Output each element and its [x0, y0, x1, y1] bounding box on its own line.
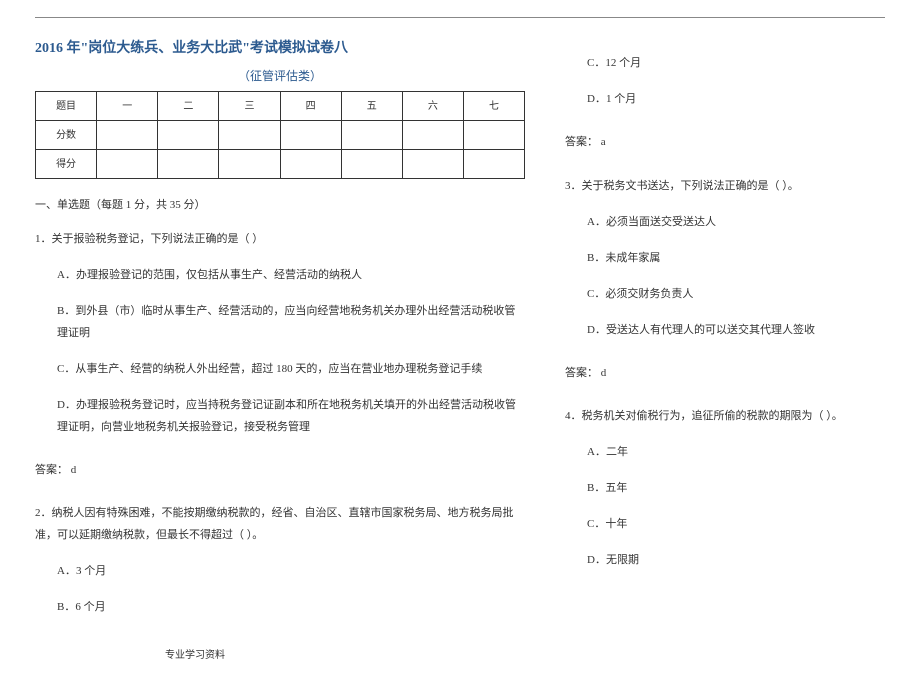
option-b: B．到外县（市）临时从事生产、经营活动的，应当向经营地税务机关办理外出经营活动税… — [57, 300, 525, 344]
table-row: 分数 — [36, 121, 525, 150]
option-c: C．十年 — [587, 513, 885, 535]
cell-col-head: 六 — [402, 92, 463, 121]
answer-line: 答案： d — [565, 365, 885, 382]
score-table: 题目 一 二 三 四 五 六 七 分数 — [35, 91, 525, 179]
section-heading: 一、单选题（每题 1 分，共 35 分） — [35, 197, 525, 214]
option-a: A．二年 — [587, 441, 885, 463]
cell-empty — [97, 121, 158, 150]
cell-col-head: 一 — [97, 92, 158, 121]
right-column: C．12 个月 D．1 个月 答案： a 3．关于税务文书送达，下列说法正确的是… — [565, 38, 885, 663]
option-d: D．1 个月 — [587, 88, 885, 110]
cell-col-head: 二 — [158, 92, 219, 121]
options: A．3 个月 B．6 个月 — [35, 560, 525, 618]
cell-empty — [97, 150, 158, 179]
question-1: 1．关于报验税务登记，下列说法正确的是（ ） A．办理报验登记的范围，仅包括从事… — [35, 228, 525, 479]
options: A．二年 B．五年 C．十年 D．无限期 — [565, 441, 885, 571]
cell-empty — [280, 150, 341, 179]
cell-empty — [158, 121, 219, 150]
cell-col-head: 三 — [219, 92, 280, 121]
option-d: D．受送达人有代理人的可以送交其代理人签收 — [587, 319, 885, 341]
cell-empty — [402, 121, 463, 150]
table-row: 得分 — [36, 150, 525, 179]
cell-row-label: 分数 — [36, 121, 97, 150]
question-4: 4．税务机关对偷税行为，追征所偷的税款的期限为（ ）。 A．二年 B．五年 C．… — [565, 405, 885, 571]
cell-empty — [158, 150, 219, 179]
option-d: D．无限期 — [587, 549, 885, 571]
exam-title: 2016 年"岗位大练兵、业务大比武"考试模拟试卷八 — [35, 38, 525, 59]
two-column-layout: 2016 年"岗位大练兵、业务大比武"考试模拟试卷八 （征管评估类） 题目 一 … — [35, 38, 885, 663]
table-row: 题目 一 二 三 四 五 六 七 — [36, 92, 525, 121]
option-d: D．办理报验税务登记时，应当持税务登记证副本和所在地税务机关填开的外出经营活动税… — [57, 394, 525, 438]
cell-row-label: 题目 — [36, 92, 97, 121]
option-c: C．从事生产、经营的纳税人外出经营，超过 180 天的，应当在营业地办理税务登记… — [57, 358, 525, 380]
cell-empty — [341, 121, 402, 150]
option-a: A．必须当面送交受送达人 — [587, 211, 885, 233]
cell-row-label: 得分 — [36, 150, 97, 179]
cell-col-head: 四 — [280, 92, 341, 121]
cell-empty — [341, 150, 402, 179]
option-c: C．必须交财务负责人 — [587, 283, 885, 305]
option-b: B．未成年家属 — [587, 247, 885, 269]
cell-empty — [219, 150, 280, 179]
page-footer: 专业学习资料 — [165, 648, 525, 663]
cell-empty — [463, 150, 524, 179]
question-3: 3．关于税务文书送达，下列说法正确的是（ ）。 A．必须当面送交受送达人 B．未… — [565, 175, 885, 382]
option-a: A．3 个月 — [57, 560, 525, 582]
question-2: 2．纳税人因有特殊困难，不能按期缴纳税款的，经省、自治区、直辖市国家税务局、地方… — [35, 502, 525, 618]
question-stem: 4．税务机关对偷税行为，追征所偷的税款的期限为（ ）。 — [565, 405, 885, 427]
cell-empty — [463, 121, 524, 150]
exam-subtitle: （征管评估类） — [35, 67, 525, 85]
cell-col-head: 七 — [463, 92, 524, 121]
options: A．必须当面送交受送达人 B．未成年家属 C．必须交财务负责人 D．受送达人有代… — [565, 211, 885, 341]
cell-col-head: 五 — [341, 92, 402, 121]
options: A．办理报验登记的范围，仅包括从事生产、经营活动的纳税人 B．到外县（市）临时从… — [35, 264, 525, 438]
question-stem: 2．纳税人因有特殊困难，不能按期缴纳税款的，经省、自治区、直辖市国家税务局、地方… — [35, 502, 525, 546]
question-stem: 1．关于报验税务登记，下列说法正确的是（ ） — [35, 228, 525, 250]
option-c: C．12 个月 — [587, 52, 885, 74]
options-continued-q2: C．12 个月 D．1 个月 — [565, 52, 885, 110]
left-column: 2016 年"岗位大练兵、业务大比武"考试模拟试卷八 （征管评估类） 题目 一 … — [35, 38, 525, 663]
option-b: B．五年 — [587, 477, 885, 499]
cell-empty — [402, 150, 463, 179]
answer-line: 答案： d — [35, 462, 525, 479]
cell-empty — [219, 121, 280, 150]
option-b: B．6 个月 — [57, 596, 525, 618]
question-stem: 3．关于税务文书送达，下列说法正确的是（ ）。 — [565, 175, 885, 197]
cell-empty — [280, 121, 341, 150]
page-container: 2016 年"岗位大练兵、业务大比武"考试模拟试卷八 （征管评估类） 题目 一 … — [35, 17, 885, 663]
option-a: A．办理报验登记的范围，仅包括从事生产、经营活动的纳税人 — [57, 264, 525, 286]
answer-line-q2: 答案： a — [565, 134, 885, 151]
